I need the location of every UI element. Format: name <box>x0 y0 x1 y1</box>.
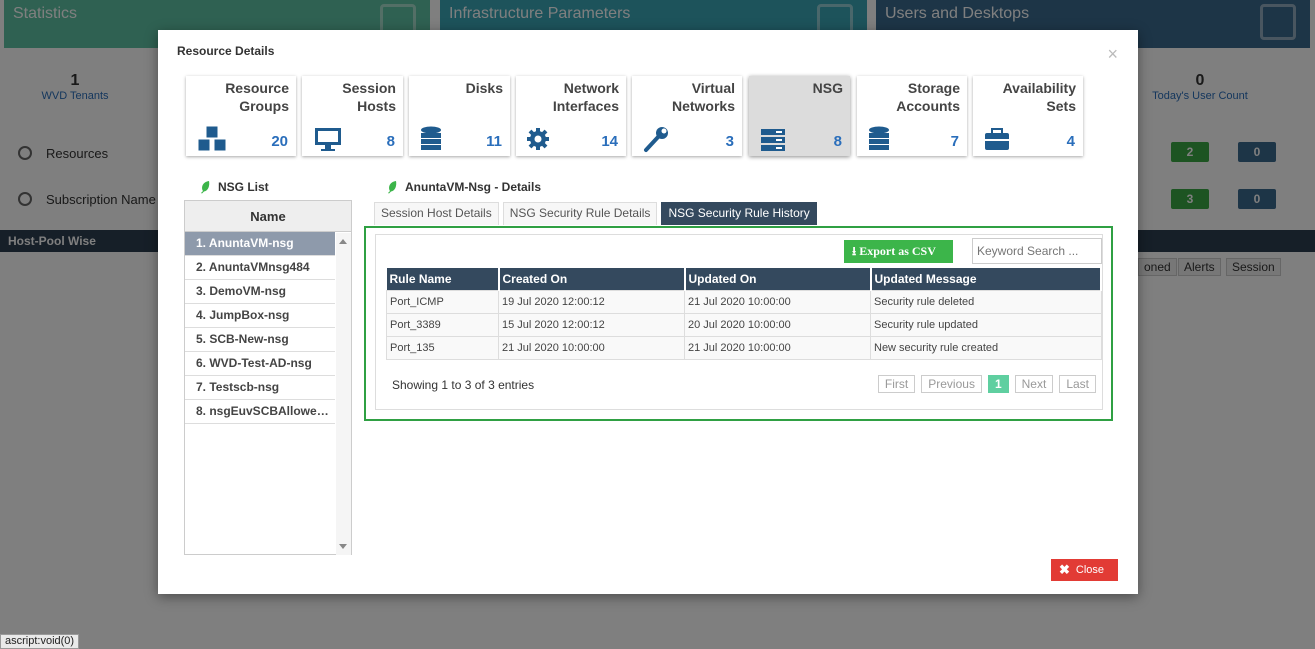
tile-label: Virtual Networks <box>671 80 735 114</box>
tab-nsg-security-rule-history[interactable]: NSG Security Rule History <box>661 202 817 225</box>
nsg-list-title: NSG List <box>218 180 269 194</box>
gear-icon <box>527 128 549 150</box>
history-table: Rule Name Created On Updated On Updated … <box>386 268 1102 360</box>
scroll-up-icon[interactable] <box>339 239 347 244</box>
tile-label: Disks <box>465 80 503 96</box>
availability-sets-tile[interactable]: Availability Sets 4 <box>973 76 1083 156</box>
table-cell: Port_ICMP <box>386 289 499 314</box>
last-page-button[interactable]: Last <box>1059 375 1096 393</box>
list-item[interactable]: 1. AnuntaVM-nsg <box>185 232 335 256</box>
export-csv-button[interactable]: ⭳ Export as CSV <box>844 240 953 263</box>
nsg-list: Name 1. AnuntaVM-nsg 2. AnuntaVMnsg484 3… <box>184 200 352 555</box>
nsg-tile[interactable]: NSG 8 <box>749 76 850 156</box>
history-panel: ⭳ Export as CSV Rule Name Created On Upd… <box>364 226 1113 421</box>
table-row[interactable]: Port_3389 15 Jul 2020 12:00:12 20 Jul 20… <box>386 312 1102 337</box>
list-item[interactable]: 3. DemoVM-nsg <box>185 280 335 304</box>
history-panel-body: ⭳ Export as CSV Rule Name Created On Upd… <box>375 234 1103 410</box>
leaf-icon <box>388 181 397 194</box>
close-x-icon: ✖ <box>1059 562 1070 577</box>
tab-nsg-security-rule-details[interactable]: NSG Security Rule Details <box>502 202 658 225</box>
tile-count: 7 <box>950 133 959 150</box>
tile-count: 4 <box>1066 133 1075 150</box>
network-interfaces-tile[interactable]: Network Interfaces 14 <box>516 76 626 156</box>
table-row[interactable]: Port_135 21 Jul 2020 10:00:00 21 Jul 202… <box>386 335 1102 360</box>
tile-label: Availability Sets <box>1002 80 1076 114</box>
tile-label: NSG <box>812 80 843 96</box>
tile-count: 11 <box>486 133 502 150</box>
table-cell: 20 Jul 2020 10:00:00 <box>684 312 871 337</box>
list-item[interactable]: 4. JumpBox-nsg <box>185 304 335 328</box>
list-item[interactable]: 8. nsgEuvSCBAllowedIP <box>185 400 335 424</box>
tile-count: 8 <box>833 133 842 150</box>
column-header[interactable]: Created On <box>498 268 686 290</box>
list-item[interactable]: 6. WVD-Test-AD-nsg <box>185 352 335 376</box>
wrench-icon <box>644 127 668 152</box>
table-cell: Port_3389 <box>386 312 499 337</box>
column-header[interactable]: Rule Name <box>386 268 500 290</box>
table-row[interactable]: Port_ICMP 19 Jul 2020 12:00:12 21 Jul 20… <box>386 289 1102 314</box>
tile-label: Resource Groups <box>225 80 289 114</box>
browser-status-bar: ascript:void(0) <box>0 634 80 649</box>
briefcase-icon <box>985 128 1009 150</box>
details-tabs: Session Host Details NSG Security Rule D… <box>374 202 817 225</box>
disks-tile[interactable]: Disks 11 <box>409 76 510 156</box>
modal-title: Resource Details <box>177 44 275 58</box>
first-page-button[interactable]: First <box>877 375 916 393</box>
table-cell: 21 Jul 2020 10:00:00 <box>498 335 685 360</box>
tile-count: 3 <box>725 133 734 150</box>
tile-count: 8 <box>386 133 395 150</box>
tile-count: 14 <box>601 133 618 150</box>
tile-label: Network Interfaces <box>552 80 619 114</box>
pagination: First Previous 1 Next Last <box>877 375 1096 393</box>
details-title: AnuntaVM-Nsg - Details <box>405 180 542 194</box>
tile-label: Session Hosts <box>342 80 396 114</box>
table-cell: 21 Jul 2020 10:00:00 <box>684 335 871 360</box>
scroll-down-icon[interactable] <box>339 544 347 549</box>
details-header: AnuntaVM-Nsg - Details <box>387 180 541 194</box>
list-item[interactable]: 2. AnuntaVMnsg484 <box>185 256 335 280</box>
column-header[interactable]: Updated On <box>684 268 872 290</box>
resource-groups-tile[interactable]: Resource Groups 20 <box>186 76 296 156</box>
database-icon <box>421 126 441 150</box>
table-cell: 19 Jul 2020 12:00:12 <box>498 289 685 314</box>
leaf-icon <box>201 181 210 194</box>
table-cell: 15 Jul 2020 12:00:12 <box>498 312 685 337</box>
table-cell: Security rule deleted <box>870 289 1102 314</box>
export-csv-label: Export as CSV <box>859 244 936 258</box>
session-hosts-tile[interactable]: Session Hosts 8 <box>302 76 403 156</box>
table-cell: Security rule updated <box>870 312 1102 337</box>
table-cell: 21 Jul 2020 10:00:00 <box>684 289 871 314</box>
column-header[interactable]: Updated Message <box>870 268 1102 290</box>
nsg-list-header: NSG List <box>200 180 269 194</box>
server-icon <box>761 129 785 151</box>
monitor-icon <box>315 128 341 151</box>
close-button-label: Close <box>1075 564 1105 576</box>
table-cell: Port_135 <box>386 335 499 360</box>
next-page-button[interactable]: Next <box>1014 375 1054 393</box>
list-item[interactable]: 7. Testscb-nsg <box>185 376 335 400</box>
download-icon: ⭳ <box>852 244 857 258</box>
storage-accounts-tile[interactable]: Storage Accounts 7 <box>857 76 967 156</box>
cubes-icon <box>197 125 227 152</box>
list-scrollbar[interactable] <box>336 233 351 555</box>
close-button[interactable]: ✖ Close <box>1051 559 1118 581</box>
tile-label: Storage Accounts <box>896 80 960 114</box>
tab-session-host-details[interactable]: Session Host Details <box>374 202 499 225</box>
list-item[interactable]: 5. SCB-New-nsg <box>185 328 335 352</box>
keyword-search-input[interactable] <box>972 238 1102 264</box>
table-cell: New security rule created <box>870 335 1102 360</box>
virtual-networks-tile[interactable]: Virtual Networks 3 <box>632 76 742 156</box>
database-icon <box>869 126 889 150</box>
tile-count: 20 <box>271 133 288 150</box>
previous-page-button[interactable]: Previous <box>921 375 982 393</box>
table-header-row: Rule Name Created On Updated On Updated … <box>386 268 1102 290</box>
current-page-button[interactable]: 1 <box>987 375 1009 393</box>
nsg-list-column-header: Name <box>185 201 351 232</box>
close-icon[interactable]: × <box>1107 45 1118 63</box>
entries-info: Showing 1 to 3 of 3 entries <box>392 378 535 392</box>
resource-details-modal: Resource Details × Resource Groups 20 Se… <box>158 30 1138 594</box>
